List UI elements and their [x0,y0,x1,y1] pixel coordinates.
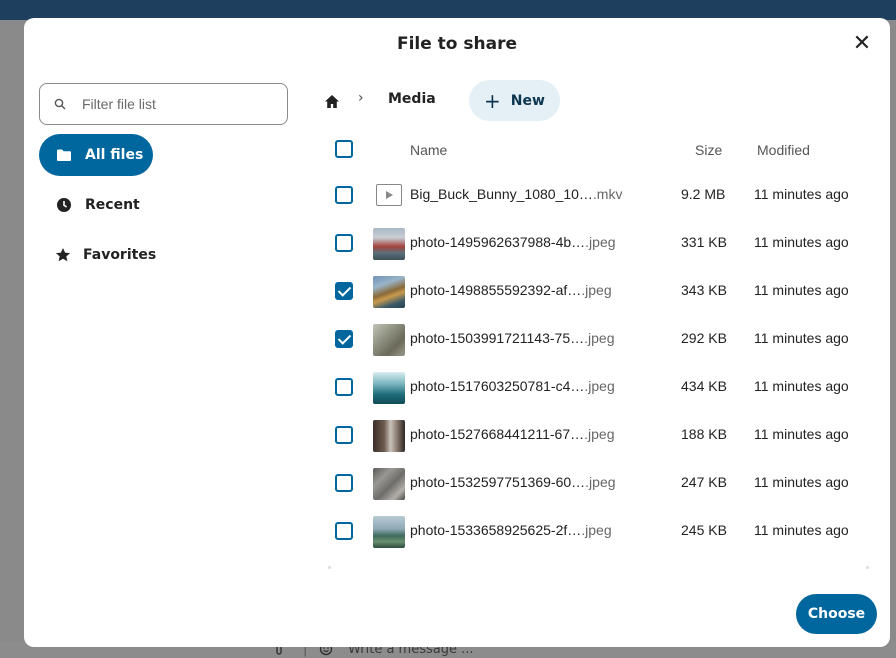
home-icon[interactable] [322,91,342,111]
clock-icon [55,196,73,214]
file-modified: 11 minutes ago [754,234,849,250]
image-thumbnail [373,516,405,548]
table-row[interactable]: Big_Buck_Bunny_1080_10….mkv 9.2 MB 11 mi… [324,172,884,220]
new-button[interactable]: + New [469,80,560,121]
nav-item-recent[interactable]: Recent [39,184,153,226]
folder-icon [55,146,73,164]
table-row[interactable]: photo-1527668441211-67….jpeg 188 KB 11 m… [324,412,884,460]
file-modified: 11 minutes ago [754,282,849,298]
image-thumbnail [373,324,405,356]
breadcrumb-current[interactable]: Media [388,91,436,107]
file-modified: 11 minutes ago [754,378,849,394]
table-row[interactable]: photo-1533658925625-2f….jpeg 245 KB 11 m… [324,508,884,556]
video-file-icon [376,184,402,206]
row-checkbox[interactable] [335,330,353,348]
app-top-bar [0,0,896,20]
file-size: 434 KB [681,378,727,394]
search-icon [54,98,72,110]
file-name: photo-1533658925625-2f….jpeg [410,522,612,538]
file-size: 9.2 MB [681,186,726,202]
file-name: photo-1503991721143-75….jpeg [410,330,615,346]
filter-field[interactable] [39,83,288,125]
table-row[interactable]: photo-1517603250781-c4….jpeg 434 KB 11 m… [324,364,884,412]
file-name: photo-1498855592392-af….jpeg [410,282,612,298]
table-row[interactable]: photo-1503991721143-75….jpeg 292 KB 11 m… [324,316,884,364]
image-thumbnail [373,420,405,452]
file-modified: 11 minutes ago [754,186,849,202]
scroll-indicator-right [866,566,869,569]
file-modified: 11 minutes ago [754,426,849,442]
file-picker-dialog: File to share ✕ All files Recent Favorit… [24,18,890,647]
file-name: photo-1517603250781-c4….jpeg [410,378,615,394]
close-icon[interactable]: ✕ [848,31,876,59]
file-size: 247 KB [681,474,727,490]
scroll-indicator-left [328,566,331,569]
row-checkbox[interactable] [335,186,353,204]
file-size: 245 KB [681,522,727,538]
row-checkbox[interactable] [335,282,353,300]
image-thumbnail [373,372,405,404]
file-name: photo-1527668441211-67….jpeg [410,426,615,442]
row-checkbox[interactable] [335,474,353,492]
column-header-size[interactable]: Size [695,142,722,158]
file-modified: 11 minutes ago [754,522,849,538]
file-modified: 11 minutes ago [754,474,849,490]
nav-item-label: Recent [85,197,140,213]
choose-button[interactable]: Choose [796,594,877,634]
table-row[interactable]: photo-1532597751369-60….jpeg 247 KB 11 m… [324,460,884,508]
nav-item-all-files[interactable]: All files [39,134,153,176]
star-icon [55,246,71,264]
image-thumbnail [373,228,405,260]
file-modified: 11 minutes ago [754,330,849,346]
file-name: photo-1495962637988-4b….jpeg [410,234,616,250]
row-checkbox[interactable] [335,522,353,540]
image-thumbnail [373,276,405,308]
row-checkbox[interactable] [335,378,353,396]
file-name: Big_Buck_Bunny_1080_10….mkv [410,186,623,202]
column-header-name[interactable]: Name [410,142,447,158]
row-checkbox[interactable] [335,426,353,444]
row-checkbox[interactable] [335,234,353,252]
file-size: 188 KB [681,426,727,442]
filter-input[interactable] [82,96,272,112]
select-all-checkbox[interactable] [335,140,353,158]
image-thumbnail [373,468,405,500]
file-size: 343 KB [681,282,727,298]
column-header-modified[interactable]: Modified [757,142,810,158]
file-size: 292 KB [681,330,727,346]
file-size: 331 KB [681,234,727,250]
new-button-label: New [510,92,545,109]
dialog-title: File to share [396,34,518,54]
table-row[interactable]: photo-1495962637988-4b….jpeg 331 KB 11 m… [324,220,884,268]
plus-icon: + [484,88,501,113]
nav-item-label: Favorites [83,247,157,263]
breadcrumb-separator: › [358,90,364,106]
table-row[interactable]: photo-1498855592392-af….jpeg 343 KB 11 m… [324,268,884,316]
nav-item-label: All files [85,147,144,163]
nav-item-favorites[interactable]: Favorites [39,234,157,276]
file-name: photo-1532597751369-60….jpeg [410,474,616,490]
